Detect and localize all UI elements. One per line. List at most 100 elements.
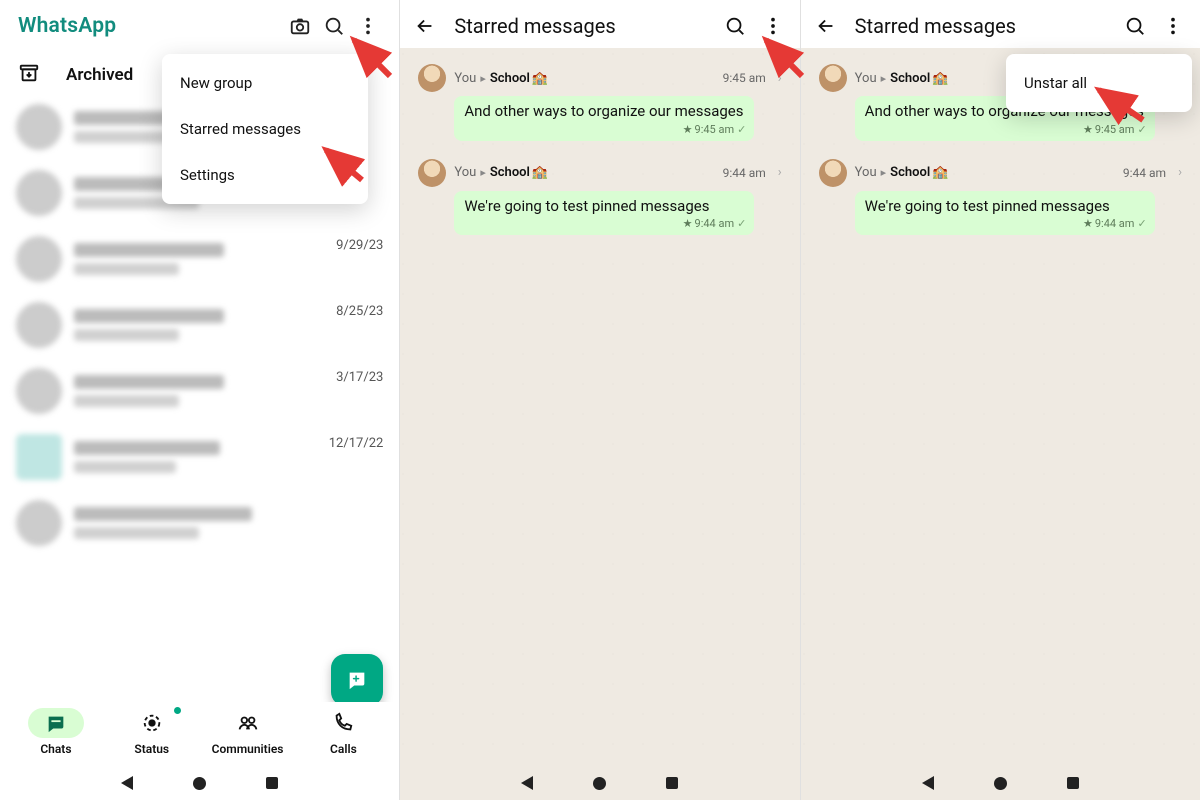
avatar	[418, 64, 446, 92]
message-header: You▸School🏫	[454, 165, 714, 180]
screen-starred-messages-menu: Starred messages You▸School🏫 9:45 am ›	[800, 0, 1200, 800]
starred-header: Starred messages	[400, 0, 799, 48]
nav-status[interactable]: Status	[104, 708, 200, 756]
android-nav-bar	[801, 766, 1200, 800]
app-title: WhatsApp	[18, 14, 283, 38]
recents-square-icon[interactable]	[1067, 777, 1079, 789]
menu-unstar-all[interactable]: Unstar all	[1006, 60, 1192, 106]
menu-settings[interactable]: Settings	[162, 152, 368, 198]
menu-new-group[interactable]: New group	[162, 60, 368, 106]
message-time: 9:45 am	[695, 123, 735, 136]
star-icon: ★	[683, 217, 693, 230]
search-icon[interactable]	[317, 9, 351, 43]
more-icon[interactable]	[351, 9, 385, 43]
chat-date: 3/17/23	[336, 370, 383, 385]
check-icon: ✓	[1137, 123, 1146, 136]
message-bubble: We're going to test pinned messages ★9:4…	[855, 191, 1155, 236]
nav-chats[interactable]: Chats	[8, 708, 104, 756]
starred-messages-area: You▸School🏫 9:45 am › And other ways to …	[801, 48, 1200, 800]
starred-message[interactable]: You▸School🏫 9:45 am › And other ways to …	[400, 54, 799, 149]
chat-row[interactable]: 12/17/22	[0, 424, 399, 490]
status-dot-icon	[174, 707, 181, 714]
android-nav-bar	[400, 766, 799, 800]
check-icon: ✓	[737, 123, 746, 136]
recents-square-icon[interactable]	[266, 777, 278, 789]
back-icon[interactable]	[809, 9, 843, 43]
message-bubble: We're going to test pinned messages ★9:4…	[454, 191, 754, 236]
menu-starred-messages[interactable]: Starred messages	[162, 106, 368, 152]
star-icon: ★	[1083, 123, 1093, 136]
search-icon[interactable]	[718, 9, 752, 43]
chevron-right-icon: ›	[1178, 165, 1182, 180]
chat-date: 12/17/22	[329, 436, 384, 451]
avatar	[16, 302, 62, 348]
message-header: You▸School🏫	[454, 71, 714, 86]
nav-calls[interactable]: Calls	[295, 708, 391, 756]
avatar	[819, 64, 847, 92]
chat-row[interactable]	[0, 490, 399, 556]
home-circle-icon[interactable]	[193, 777, 206, 790]
avatar	[819, 159, 847, 187]
check-icon: ✓	[737, 217, 746, 230]
message-bubble: And other ways to organize our messages …	[454, 96, 754, 141]
school-emoji-icon: 🏫	[532, 165, 548, 180]
archive-icon	[18, 62, 40, 88]
camera-icon[interactable]	[283, 9, 317, 43]
search-icon[interactable]	[1118, 9, 1152, 43]
message-top-time: 9:44 am	[1123, 166, 1166, 180]
star-icon: ★	[1083, 217, 1093, 230]
nav-communities[interactable]: Communities	[200, 708, 296, 756]
new-chat-fab[interactable]	[331, 654, 383, 706]
avatar	[16, 170, 62, 216]
star-icon: ★	[683, 123, 693, 136]
starred-header: Starred messages	[801, 0, 1200, 48]
recents-square-icon[interactable]	[666, 777, 678, 789]
avatar	[16, 104, 62, 150]
home-circle-icon[interactable]	[593, 777, 606, 790]
chat-date: 9/29/23	[336, 238, 383, 253]
screen-chat-list: WhatsApp	[0, 0, 399, 800]
message-top-time: 9:45 am	[723, 71, 766, 85]
message-time: 9:44 am	[695, 217, 735, 230]
message-header: You▸School🏫	[855, 165, 1115, 180]
school-emoji-icon: 🏫	[532, 71, 548, 86]
starred-message[interactable]: You▸School🏫 9:44 am › We're going to tes…	[400, 149, 799, 244]
back-triangle-icon[interactable]	[121, 776, 133, 790]
avatar	[16, 368, 62, 414]
avatar	[418, 159, 446, 187]
chevron-right-icon: ›	[778, 165, 782, 180]
avatar	[16, 236, 62, 282]
chat-row[interactable]: 3/17/23	[0, 358, 399, 424]
message-top-time: 9:44 am	[723, 166, 766, 180]
bottom-nav: Chats Status Communities Calls	[0, 702, 399, 764]
message-text: We're going to test pinned messages	[865, 197, 1147, 216]
back-triangle-icon[interactable]	[521, 776, 533, 790]
message-time: 9:45 am	[1095, 123, 1135, 136]
page-title: Starred messages	[454, 14, 713, 38]
school-emoji-icon: 🏫	[932, 165, 948, 180]
chat-row[interactable]: 9/29/23	[0, 226, 399, 292]
unstar-menu: Unstar all	[1006, 54, 1192, 112]
message-time: 9:44 am	[1095, 217, 1135, 230]
chat-date: 8/25/23	[336, 304, 383, 319]
check-icon: ✓	[1137, 217, 1146, 230]
overflow-menu: New group Starred messages Settings	[162, 54, 368, 204]
avatar	[16, 500, 62, 546]
nav-label: Calls	[330, 742, 357, 756]
nav-label: Status	[134, 742, 169, 756]
starred-message[interactable]: You▸School🏫 9:44 am › We're going to tes…	[801, 149, 1200, 244]
home-circle-icon[interactable]	[994, 777, 1007, 790]
avatar	[16, 434, 62, 480]
more-icon[interactable]	[1156, 9, 1190, 43]
more-icon[interactable]	[756, 9, 790, 43]
message-text: And other ways to organize our messages	[464, 102, 746, 121]
archived-label: Archived	[66, 65, 133, 85]
screen-starred-messages: Starred messages You▸School🏫 9:45 am ›	[399, 0, 799, 800]
android-nav-bar	[0, 766, 399, 800]
back-triangle-icon[interactable]	[922, 776, 934, 790]
starred-messages-area: You▸School🏫 9:45 am › And other ways to …	[400, 48, 799, 800]
school-emoji-icon: 🏫	[932, 71, 948, 86]
chat-row[interactable]: 8/25/23	[0, 292, 399, 358]
back-icon[interactable]	[408, 9, 442, 43]
page-title: Starred messages	[855, 14, 1114, 38]
